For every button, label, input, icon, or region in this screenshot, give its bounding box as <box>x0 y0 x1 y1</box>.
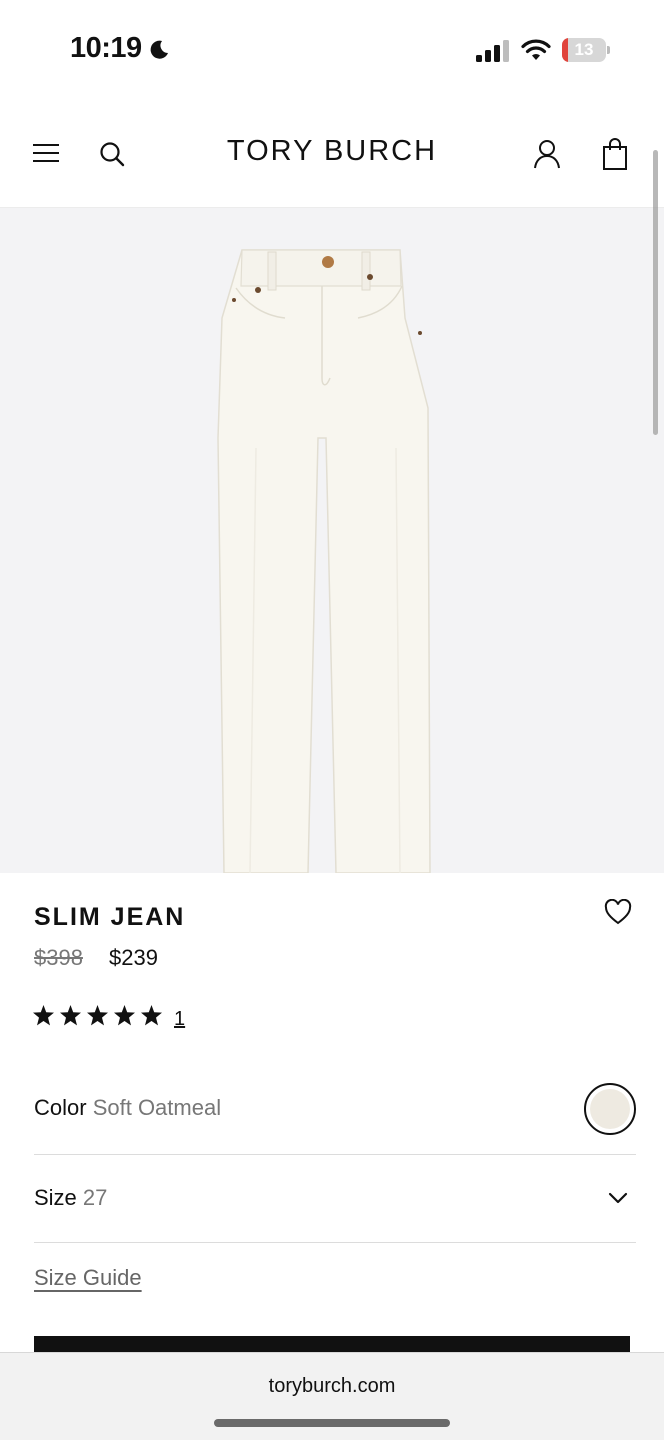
swatch-fill <box>590 1089 630 1129</box>
account-icon[interactable] <box>533 139 561 169</box>
scrollbar[interactable] <box>653 150 658 435</box>
wifi-icon <box>521 39 551 60</box>
jeans-image <box>217 249 431 873</box>
size-value: 27 <box>82 1185 108 1210</box>
price-original: $398 <box>34 945 83 970</box>
color-label: Color <box>34 1095 87 1120</box>
bag-icon[interactable] <box>601 138 629 170</box>
browser-bar: toryburch.com <box>0 1352 664 1440</box>
star-icon <box>114 1005 135 1026</box>
star-icon <box>60 1005 81 1026</box>
size-label: Size <box>34 1185 77 1210</box>
brand-logo[interactable]: TORY BURCH <box>0 135 664 168</box>
site-header: TORY BURCH <box>0 100 664 208</box>
color-value: Soft Oatmeal <box>92 1095 222 1120</box>
star-icon <box>33 1005 54 1026</box>
product-title: SLIM JEAN <box>34 903 186 931</box>
color-label-group: Color Soft Oatmeal <box>34 1095 221 1121</box>
review-count-link[interactable]: 1 <box>174 1008 185 1031</box>
size-label-group: Size 27 <box>34 1185 107 1211</box>
color-selector: Color Soft Oatmeal <box>34 1083 636 1155</box>
heart-icon[interactable] <box>604 899 632 925</box>
size-guide-link[interactable]: Size Guide <box>34 1265 142 1291</box>
star-icon <box>87 1005 108 1026</box>
status-bar: 10:19 13 <box>0 0 664 100</box>
status-time: 10:19 <box>70 32 142 64</box>
moon-icon <box>150 40 168 59</box>
chevron-down-icon[interactable] <box>608 1191 628 1205</box>
color-swatch[interactable] <box>584 1083 636 1135</box>
size-selector[interactable]: Size 27 <box>34 1155 636 1243</box>
price-sale: $239 <box>109 945 158 970</box>
signal-icon <box>476 40 509 62</box>
home-indicator[interactable] <box>214 1419 450 1427</box>
url-bar[interactable]: toryburch.com <box>0 1375 664 1398</box>
product-image[interactable] <box>0 208 664 873</box>
rating-stars[interactable] <box>32 1004 163 1032</box>
battery-icon: 13 <box>562 38 610 62</box>
product-info: SLIM JEAN $398 $239 1 Color Soft Oatmeal… <box>0 873 664 1356</box>
star-icon <box>141 1005 162 1026</box>
battery-level: 13 <box>574 40 594 59</box>
